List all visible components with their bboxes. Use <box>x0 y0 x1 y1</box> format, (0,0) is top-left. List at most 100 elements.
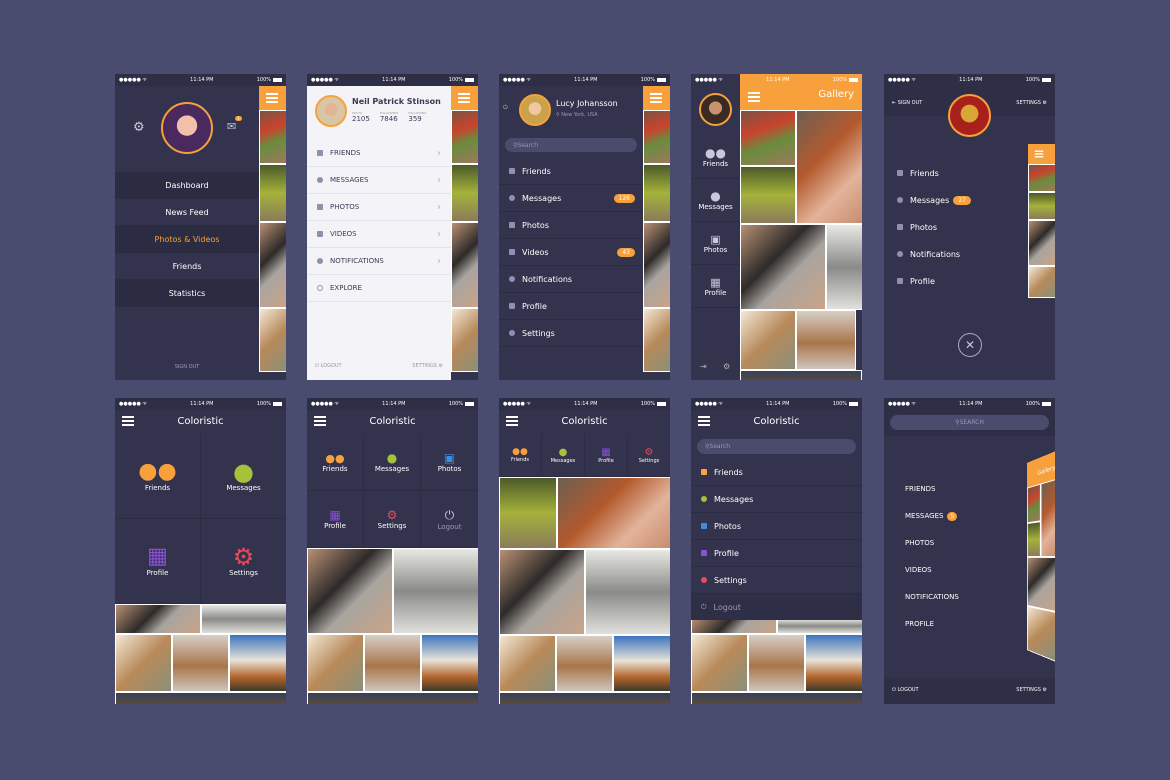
tile-settings[interactable]: ⚙ Settings <box>364 491 421 548</box>
photo-thumbnail[interactable] <box>115 634 172 692</box>
tile-messages[interactable]: ● Messages <box>364 434 421 491</box>
menu-item-logout[interactable]: ⏻ Logout <box>691 594 862 620</box>
photo-thumbnail[interactable] <box>643 110 670 164</box>
menu-button[interactable] <box>1028 144 1055 164</box>
tab-friends[interactable]: ●● Friends <box>499 434 542 477</box>
photo-thumbnail[interactable] <box>740 166 796 224</box>
menu-item-videos[interactable]: VIDEOS <box>884 562 932 578</box>
avatar[interactable] <box>519 94 551 126</box>
photo-thumbnail[interactable] <box>499 477 557 549</box>
tile-photos[interactable]: ▣ Photos <box>421 434 478 491</box>
search-input[interactable]: ⚲ Search <box>697 439 856 454</box>
menu-item-notifications[interactable]: Notifications <box>884 243 960 265</box>
app-preview[interactable]: Gallery <box>1027 451 1055 662</box>
photo-thumbnail[interactable] <box>259 164 286 222</box>
menu-item-friends[interactable]: Friends <box>499 158 643 185</box>
photo-thumbnail[interactable] <box>691 618 777 634</box>
settings-link[interactable]: SETTINGS ⚙ <box>1016 100 1047 106</box>
menu-item-statistics[interactable]: Statistics <box>115 280 259 307</box>
photo-thumbnail[interactable] <box>172 634 229 692</box>
photo-thumbnail[interactable] <box>1028 192 1055 220</box>
photo-thumbnail[interactable] <box>307 692 478 704</box>
avatar[interactable] <box>315 95 347 127</box>
photo-thumbnail[interactable] <box>1028 266 1055 298</box>
photo-thumbnail[interactable] <box>643 164 670 222</box>
photo-thumbnail[interactable] <box>1028 164 1055 192</box>
tab-settings[interactable]: ⚙ Settings <box>628 434 670 477</box>
photo-thumbnail[interactable] <box>393 548 478 634</box>
tab-profile[interactable]: ▦ Profile <box>585 434 628 477</box>
photo-thumbnail[interactable] <box>1028 220 1055 266</box>
photo-thumbnail[interactable] <box>307 548 393 634</box>
menu-item-notifications[interactable]: NOTIFICATIONS <box>884 589 959 605</box>
menu-item-messages[interactable]: Messages 126 <box>499 185 643 212</box>
menu-button[interactable] <box>748 92 760 102</box>
nav-messages[interactable]: ● Messages <box>691 179 740 222</box>
menu-item-notifications[interactable]: NOTIFICATIONS › <box>307 248 451 275</box>
photo-thumbnail[interactable] <box>585 549 670 635</box>
photo-thumbnail[interactable] <box>229 634 286 692</box>
photo-thumbnail[interactable] <box>613 635 670 692</box>
photo-thumbnail[interactable] <box>796 310 856 370</box>
photo-thumbnail[interactable] <box>691 634 748 692</box>
menu-item-settings[interactable]: Settings <box>499 320 643 347</box>
menu-item-friends[interactable]: Friends <box>691 459 862 486</box>
photo-thumbnail[interactable] <box>740 224 826 310</box>
menu-item-photos[interactable]: PHOTOS › <box>307 194 451 221</box>
menu-item-messages[interactable]: MESSAGES › <box>307 167 451 194</box>
tab-messages[interactable]: ● Messages <box>542 434 585 477</box>
logout-link[interactable]: ⏻ LOGOUT <box>892 687 919 693</box>
menu-item-profile[interactable]: Profile <box>499 293 643 320</box>
tile-logout[interactable]: ⏻ Logout <box>421 491 478 548</box>
nav-photos[interactable]: ▣ Photos <box>691 222 740 265</box>
photo-thumbnail[interactable] <box>796 110 862 224</box>
avatar[interactable] <box>699 93 732 126</box>
avatar[interactable] <box>948 94 991 137</box>
photo-thumbnail[interactable] <box>307 634 364 692</box>
menu-item-photos[interactable]: Photos <box>884 216 937 238</box>
search-input[interactable]: ⚲ SEARCH <box>890 415 1049 430</box>
photo-thumbnail[interactable] <box>691 692 862 704</box>
photo-thumbnail[interactable] <box>115 692 286 704</box>
close-button[interactable]: ✕ <box>958 333 982 357</box>
tile-settings[interactable]: ⚙ Settings <box>201 519 286 604</box>
photo-thumbnail[interactable] <box>499 692 670 704</box>
tile-profile[interactable]: ▦ Profile <box>307 491 364 548</box>
menu-item-explore[interactable]: EXPLORE <box>307 275 451 302</box>
sign-out-link[interactable]: ⇤ SIGN OUT <box>892 100 922 106</box>
settings-link[interactable]: SETTINGS ⚙ <box>412 363 443 369</box>
photo-thumbnail[interactable] <box>115 604 201 634</box>
menu-item-messages[interactable]: MESSAGES 5 <box>884 508 958 524</box>
menu-item-photos[interactable]: Photos <box>691 513 862 540</box>
photo-thumbnail[interactable] <box>557 477 670 549</box>
menu-item-photos[interactable]: PHOTOS <box>884 535 934 551</box>
photo-thumbnail[interactable] <box>259 110 286 164</box>
sign-out-icon[interactable]: ⇥ <box>700 362 707 371</box>
menu-item-profile[interactable]: Profile <box>691 540 862 567</box>
photo-thumbnail[interactable] <box>643 308 670 372</box>
photo-thumbnail[interactable] <box>740 310 796 370</box>
photo-thumbnail[interactable] <box>201 604 286 634</box>
photo-thumbnail[interactable] <box>451 222 478 308</box>
photo-thumbnail[interactable] <box>499 549 585 635</box>
photo-thumbnail[interactable] <box>451 308 478 372</box>
menu-item-photos-videos[interactable]: Photos & Videos <box>115 226 259 253</box>
menu-item-friends[interactable]: FRIENDS <box>884 481 935 497</box>
photo-thumbnail[interactable] <box>364 634 421 692</box>
tile-profile[interactable]: ▦ Profile <box>115 519 201 604</box>
photo-thumbnail[interactable] <box>451 164 478 222</box>
gear-icon[interactable]: ⚙ <box>133 120 145 135</box>
menu-item-friends[interactable]: Friends <box>884 162 939 184</box>
photo-thumbnail[interactable] <box>259 308 286 372</box>
menu-button[interactable] <box>451 86 478 110</box>
photo-thumbnail[interactable] <box>748 634 805 692</box>
menu-button[interactable] <box>259 86 286 110</box>
menu-item-videos[interactable]: Videos 43 <box>499 239 643 266</box>
photo-thumbnail[interactable] <box>826 224 862 310</box>
gear-icon[interactable]: ⚙ <box>723 362 730 371</box>
menu-item-notifications[interactable]: Notifications <box>499 266 643 293</box>
photo-thumbnail[interactable] <box>499 635 556 692</box>
photo-thumbnail[interactable] <box>740 110 796 166</box>
menu-button[interactable] <box>643 86 670 110</box>
menu-item-news-feed[interactable]: News Feed <box>115 199 259 226</box>
